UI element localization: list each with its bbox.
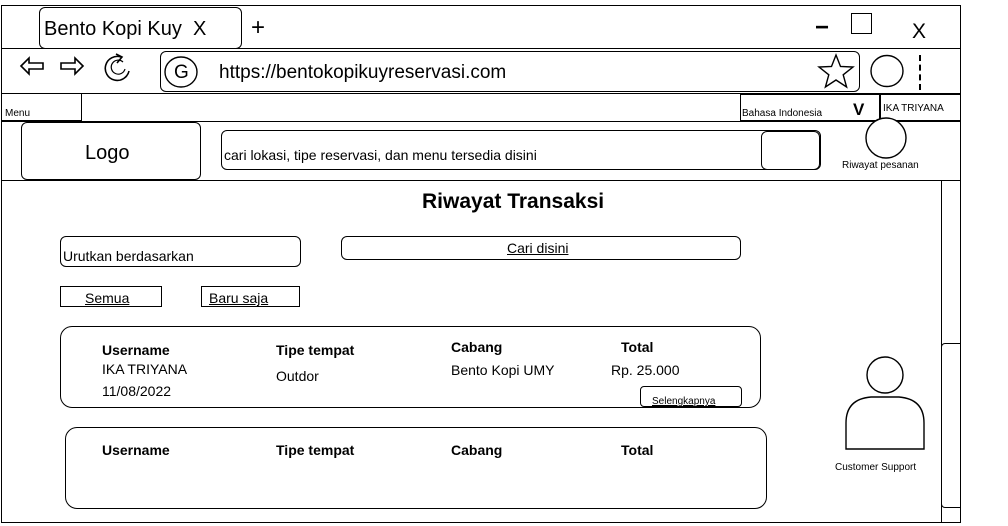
- logo-text: Logo: [85, 142, 130, 164]
- transaction-card-empty[interactable]: [65, 427, 767, 509]
- bookmark-star-icon[interactable]: [817, 53, 855, 89]
- forward-arrow-icon[interactable]: [59, 54, 85, 78]
- tab-bar-divider: [1, 48, 961, 49]
- more-options-icon[interactable]: [919, 55, 921, 90]
- reload-icon[interactable]: [101, 51, 135, 87]
- header-divider: [1, 180, 961, 181]
- column-place-type: Tipe tempat: [276, 342, 355, 358]
- sort-label: Urutkan berdasarkan: [63, 248, 194, 264]
- menu-label: Menu: [5, 108, 31, 119]
- column-total-2: Total: [621, 442, 654, 458]
- details-button-label: Selengkapnya: [652, 396, 716, 407]
- transaction-date: 11/08/2022: [102, 383, 172, 399]
- column-place-type-2: Tipe tempat: [276, 442, 355, 458]
- column-username-2: Username: [102, 442, 170, 458]
- column-username: Username: [102, 342, 170, 358]
- tab-close-icon[interactable]: X: [193, 18, 206, 41]
- close-icon[interactable]: X: [912, 20, 926, 44]
- page-title: Riwayat Transaksi: [422, 190, 605, 213]
- g-letter: G: [174, 62, 189, 83]
- transaction-branch: Bento Kopi UMY: [451, 362, 555, 378]
- transaction-place-type: Outdor: [276, 368, 319, 384]
- column-branch: Cabang: [451, 339, 503, 355]
- customer-support-label[interactable]: Customer Support: [835, 462, 916, 473]
- user-name: IKA TRIYANA: [883, 103, 944, 114]
- search-input[interactable]: cari lokasi, tipe reservasi, dan menu te…: [224, 147, 537, 163]
- scrollbar-thumb[interactable]: [941, 343, 961, 508]
- maximize-icon[interactable]: [851, 13, 872, 34]
- new-tab-icon[interactable]: +: [251, 14, 265, 42]
- tab-title: Bento Kopi Kuy: [44, 18, 182, 40]
- language-dropdown-icon[interactable]: V: [853, 100, 864, 120]
- url-text[interactable]: https://bentokopikuyreservasi.com: [219, 62, 506, 84]
- filter-recent-label: Baru saja: [209, 290, 269, 306]
- column-branch-2: Cabang: [451, 442, 503, 458]
- minimize-icon[interactable]: −: [815, 14, 829, 42]
- history-circle-icon[interactable]: [864, 116, 908, 160]
- history-search-label: Cari disini: [507, 240, 569, 256]
- profile-circle-icon[interactable]: [869, 54, 905, 88]
- filter-all-label: Semua: [85, 290, 130, 306]
- transaction-total: Rp. 25.000: [611, 362, 680, 378]
- customer-support-icon[interactable]: [845, 355, 925, 451]
- back-arrow-icon[interactable]: [19, 54, 45, 78]
- column-total: Total: [621, 339, 654, 355]
- transaction-username: IKA TRIYANA: [102, 361, 188, 377]
- search-button[interactable]: [761, 131, 820, 170]
- language-label: Bahasa Indonesia: [742, 108, 823, 119]
- history-label[interactable]: Riwayat pesanan: [842, 160, 919, 171]
